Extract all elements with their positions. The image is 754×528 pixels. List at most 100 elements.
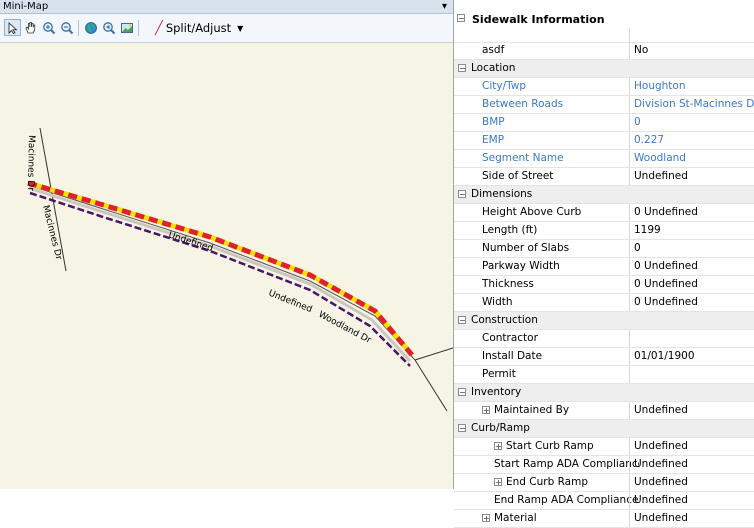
property-row[interactable]: Thickness 0 Undefined bbox=[454, 276, 754, 294]
expand-icon[interactable]: + bbox=[482, 406, 490, 415]
zoom-out-icon[interactable] bbox=[58, 19, 75, 36]
property-value[interactable]: 0 Undefined bbox=[629, 276, 754, 293]
collapse-icon[interactable]: − bbox=[458, 64, 466, 73]
expand-icon[interactable]: + bbox=[482, 514, 490, 523]
map-canvas[interactable]: Macinnes Dr Macinnes Dr Undefined Undefi… bbox=[0, 43, 453, 489]
property-label: asdf bbox=[482, 44, 505, 56]
property-value[interactable]: Division St-Macinnes Dr bbox=[629, 96, 754, 113]
category-row[interactable]: − Construction bbox=[454, 312, 754, 330]
property-row[interactable]: EMP 0.227 bbox=[454, 132, 754, 150]
property-value[interactable]: Undefined bbox=[629, 402, 754, 419]
property-value bbox=[629, 312, 754, 329]
property-row[interactable]: + End Curb Ramp Undefined bbox=[454, 474, 754, 492]
property-value[interactable]: Undefined bbox=[629, 492, 754, 509]
property-value[interactable]: Undefined bbox=[629, 168, 754, 185]
property-row[interactable]: Between Roads Division St-Macinnes Dr bbox=[454, 96, 754, 114]
property-label: Between Roads bbox=[482, 98, 564, 110]
property-row[interactable]: + Material Undefined bbox=[454, 510, 754, 528]
collapse-icon[interactable]: − bbox=[458, 388, 466, 397]
property-row[interactable]: Width 0 Undefined bbox=[454, 294, 754, 312]
select-arrow-icon[interactable] bbox=[4, 19, 21, 36]
property-row[interactable]: Start Ramp ADA Compliance Undefined bbox=[454, 456, 754, 474]
collapse-icon[interactable]: − bbox=[458, 316, 466, 325]
property-value[interactable]: 0 Undefined bbox=[629, 294, 754, 311]
expand-icon[interactable]: + bbox=[494, 478, 502, 487]
category-row[interactable]: − Inventory bbox=[454, 384, 754, 402]
property-value[interactable]: 0 bbox=[629, 114, 754, 131]
property-label: Inventory bbox=[471, 386, 522, 398]
property-row[interactable]: Side of Street Undefined bbox=[454, 168, 754, 186]
collapse-icon[interactable]: − bbox=[458, 190, 466, 199]
property-row[interactable]: BMP 0 bbox=[454, 114, 754, 132]
sidewalk-lower-purple bbox=[29, 191, 411, 367]
zoom-in-icon[interactable] bbox=[40, 19, 57, 36]
property-grid-topbar bbox=[454, 0, 754, 11]
label-macinnes-dr-2: Macinnes Dr bbox=[40, 204, 63, 261]
property-value[interactable]: 01/01/1900 bbox=[629, 348, 754, 365]
property-value[interactable] bbox=[629, 330, 754, 347]
property-label: Parkway Width bbox=[482, 260, 560, 272]
property-label: End Ramp ADA Compliance bbox=[494, 494, 639, 506]
property-grid-panel: − Sidewalk Information asdf No − Location Ci… bbox=[454, 0, 754, 528]
property-row[interactable]: asdf No bbox=[454, 42, 754, 60]
property-row[interactable]: Permit bbox=[454, 366, 754, 384]
road-right-1 bbox=[414, 347, 453, 361]
property-label: EMP bbox=[482, 134, 505, 146]
mini-map-toolbar: ╱ Split/Adjust ▼ bbox=[0, 14, 453, 43]
property-row[interactable]: + Start Curb Ramp Undefined bbox=[454, 438, 754, 456]
property-value bbox=[629, 60, 754, 77]
property-row[interactable]: End Ramp ADA Compliance Undefined bbox=[454, 492, 754, 510]
property-label: BMP bbox=[482, 116, 505, 128]
property-row[interactable]: + Maintained By Undefined bbox=[454, 402, 754, 420]
property-value[interactable]: 0 Undefined bbox=[629, 204, 754, 221]
toolbar-separator bbox=[138, 20, 139, 36]
category-row[interactable]: − Location bbox=[454, 60, 754, 78]
expand-icon[interactable]: + bbox=[494, 442, 502, 451]
property-value[interactable]: No bbox=[629, 42, 754, 59]
property-value[interactable]: 0.227 bbox=[629, 132, 754, 149]
globe-icon[interactable] bbox=[82, 19, 99, 36]
property-label: City/Twp bbox=[482, 80, 527, 92]
split-adjust-label: Split/Adjust bbox=[165, 21, 232, 35]
collapse-icon[interactable]: − bbox=[457, 14, 465, 23]
split-icon: ╱ bbox=[155, 20, 163, 36]
property-value[interactable]: Undefined bbox=[629, 438, 754, 455]
pin-icon[interactable]: ▾ bbox=[442, 0, 447, 13]
property-value[interactable]: Undefined bbox=[629, 510, 754, 527]
property-value[interactable] bbox=[629, 366, 754, 383]
property-label: Maintained By bbox=[494, 404, 570, 416]
label-macinnes-dr-1: Macinnes Dr bbox=[25, 135, 36, 191]
split-adjust-button[interactable]: ╱ Split/Adjust ▼ bbox=[155, 19, 243, 37]
zoom-previous-icon[interactable] bbox=[100, 19, 117, 36]
property-value bbox=[629, 186, 754, 203]
property-row[interactable]: Contractor bbox=[454, 330, 754, 348]
category-row[interactable]: − Curb/Ramp bbox=[454, 420, 754, 438]
property-value[interactable]: Woodland bbox=[629, 150, 754, 167]
property-value[interactable]: Undefined bbox=[629, 474, 754, 491]
category-row[interactable]: − Dimensions bbox=[454, 186, 754, 204]
property-value[interactable]: 0 bbox=[629, 240, 754, 257]
property-label: Segment Name bbox=[482, 152, 564, 164]
property-value[interactable]: 0 Undefined bbox=[629, 258, 754, 275]
property-row[interactable]: Segment Name Woodland bbox=[454, 150, 754, 168]
property-row[interactable]: City/Twp Houghton bbox=[454, 78, 754, 96]
property-label: Dimensions bbox=[471, 188, 533, 200]
property-value[interactable]: Undefined bbox=[629, 456, 754, 473]
property-row[interactable]: Install Date 01/01/1900 bbox=[454, 348, 754, 366]
chevron-down-icon: ▼ bbox=[237, 23, 244, 33]
property-label: Side of Street bbox=[482, 170, 554, 182]
road-right-2 bbox=[414, 359, 448, 412]
property-label: Height Above Curb bbox=[482, 206, 582, 218]
property-row[interactable]: Length (ft) 1199 bbox=[454, 222, 754, 240]
layer-image-icon[interactable] bbox=[118, 19, 135, 36]
mini-map-title: Mini-Map bbox=[3, 1, 49, 12]
property-value[interactable]: 1199 bbox=[629, 222, 754, 239]
collapse-icon[interactable]: − bbox=[458, 424, 466, 433]
property-value[interactable]: Houghton bbox=[629, 78, 754, 95]
property-row[interactable]: Height Above Curb 0 Undefined bbox=[454, 204, 754, 222]
map-drawing: Macinnes Dr Macinnes Dr Undefined Undefi… bbox=[25, 127, 453, 412]
property-row[interactable]: Parkway Width 0 Undefined bbox=[454, 258, 754, 276]
pan-hand-icon[interactable] bbox=[22, 19, 39, 36]
property-row[interactable]: Number of Slabs 0 bbox=[454, 240, 754, 258]
property-grid-rows: asdf No − Location City/Twp Houghton Between R… bbox=[454, 42, 754, 528]
